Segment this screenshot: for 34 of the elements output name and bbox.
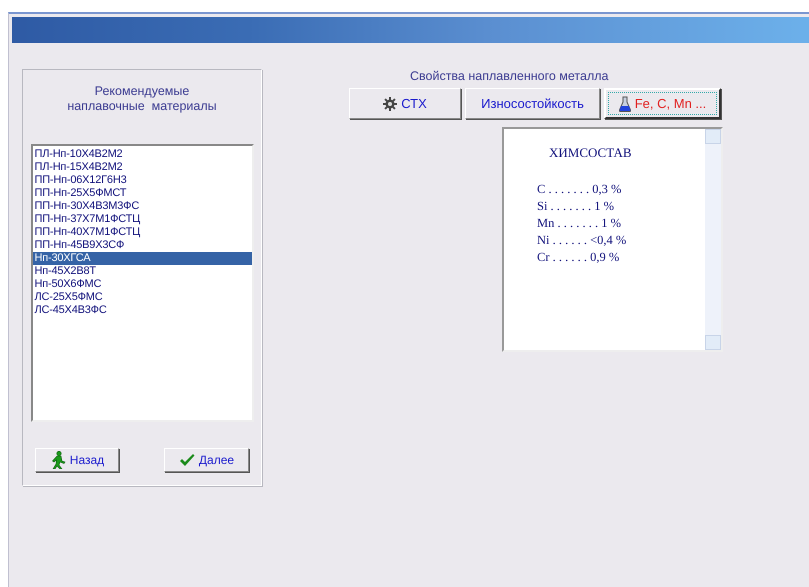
tab[interactable]: Fe, C, Mn ... <box>604 88 721 119</box>
composition-line: Mn . . . . . . . 1 % <box>537 215 622 232</box>
list-item[interactable]: ПП-Нп-45В9Х3СФ <box>32 239 252 252</box>
list-item[interactable]: ПЛ-Нп-15Х4В2М2 <box>32 161 252 174</box>
materials-list[interactable]: ПЛ-Нп-10Х4В2М2 ПЛ-Нп-15Х4В2М2 ПП-Нп-06Х12Г6Н3 ПП-Нп-25Х5ФМСТ ПП-Нп-30Х4В3М3ФС ПП-Нп-37Х7М1ФСТЦ ПП-Нп-40Х7М1ФСТЦ ПП-Нп-45В9Х3СФ Нп-30ХГСА Нп-45Х2В8Т Нп-50Х6ФМС ЛС-25Х5ФМС ЛС-45Х4В3ФС <box>30 144 254 422</box>
section-title: Свойства наплавленного металла <box>410 69 610 83</box>
list-item[interactable]: ЛС-25Х5ФМС <box>32 291 252 304</box>
composition-line: Ni . . . . . . <0,4 % <box>537 232 628 249</box>
composition-line: Si . . . . . . . 1 % <box>537 198 616 215</box>
gear-icon <box>383 96 398 110</box>
scrollbar[interactable] <box>705 129 721 350</box>
list-item[interactable]: ПП-Нп-40Х7М1ФСТЦ <box>32 226 252 239</box>
back-button[interactable]: Назад <box>35 448 119 472</box>
tab[interactable]: Износостойкость <box>465 88 600 119</box>
scroll-down-button[interactable] <box>705 335 721 350</box>
list-item[interactable]: Нп-45Х2В8Т <box>32 265 252 278</box>
list-item[interactable]: ЛС-45Х4В3ФС <box>32 304 252 317</box>
next-button[interactable]: Далее <box>164 448 249 472</box>
list-item[interactable]: ПЛ-Нп-10Х4В2М2 <box>32 148 252 161</box>
check-icon <box>178 453 195 467</box>
composition-line: C . . . . . . . 0,3 % <box>537 181 622 198</box>
list-item[interactable]: ПП-Нп-25Х5ФМСТ <box>32 187 252 200</box>
panel-title: Рекомендуемые наплавочные материалы <box>67 84 217 114</box>
tab[interactable]: СТХ <box>349 88 461 119</box>
composition-line: Cr . . . . . . 0,9 % <box>537 249 620 266</box>
list-item[interactable]: ПП-Нп-37Х7М1ФСТЦ <box>32 213 252 226</box>
flask-icon <box>618 96 631 112</box>
list-item[interactable]: ПП-Нп-30Х4В3М3ФС <box>32 200 252 213</box>
list-item[interactable]: Нп-50Х6ФМС <box>32 278 252 291</box>
composition-heading: ХИМСОСТАВ <box>549 145 633 161</box>
scroll-up-button[interactable] <box>705 129 721 144</box>
list-item[interactable]: ПП-Нп-06Х12Г6Н3 <box>32 174 252 187</box>
running-man-icon <box>50 451 66 469</box>
list-item[interactable]: Нп-30ХГСА <box>32 252 252 265</box>
